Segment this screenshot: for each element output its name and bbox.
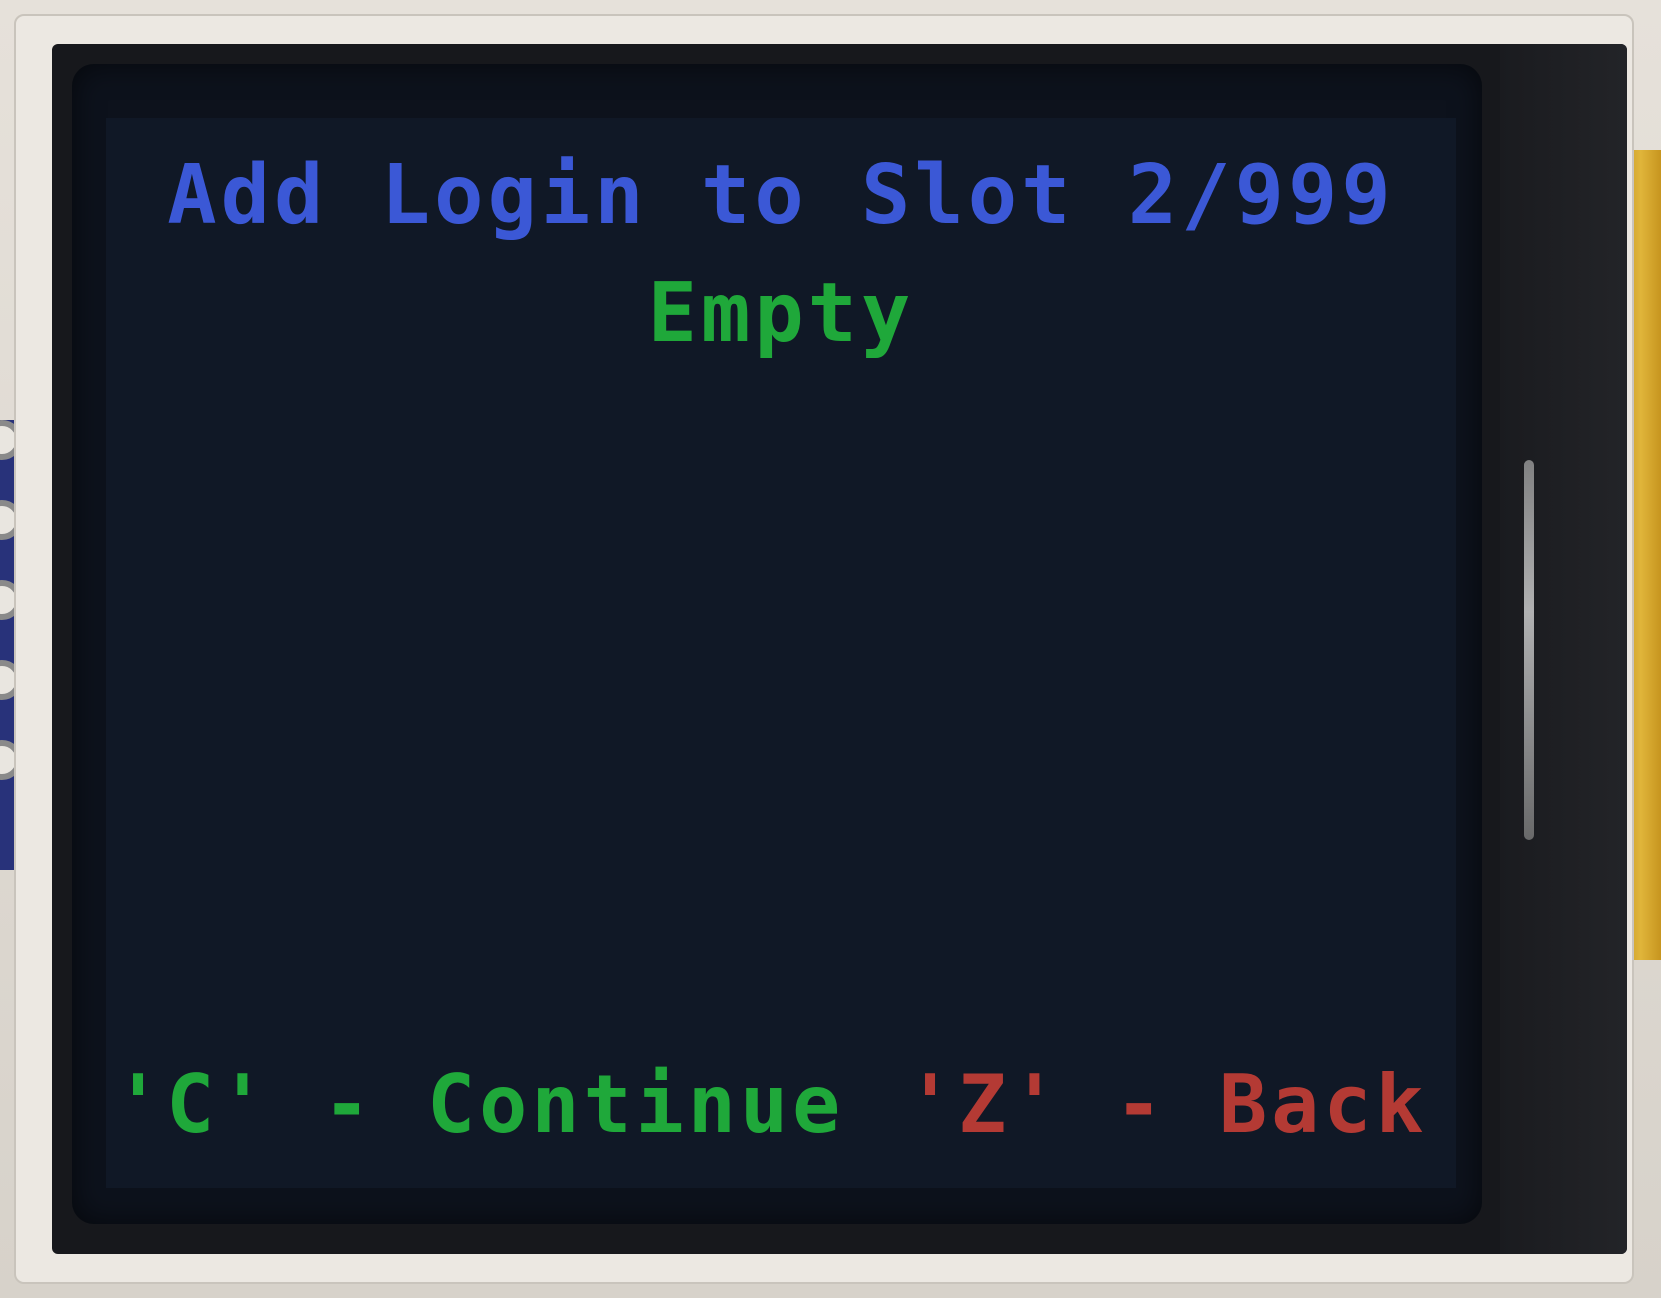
- page-title: Add Login to Slot 2/999: [167, 148, 1395, 243]
- slot-status: Empty: [647, 266, 915, 361]
- tft-display-module: Add Login to Slot 2/999 Empty 'C' - Cont…: [0, 0, 1661, 1298]
- bezel-side: [1500, 44, 1627, 1254]
- glass-reflection: [1524, 460, 1534, 840]
- back-hint[interactable]: 'Z' - Back: [906, 1058, 1428, 1151]
- lcd-panel: Add Login to Slot 2/999 Empty 'C' - Cont…: [106, 118, 1456, 1188]
- continue-hint[interactable]: 'C' - Continue: [114, 1058, 844, 1151]
